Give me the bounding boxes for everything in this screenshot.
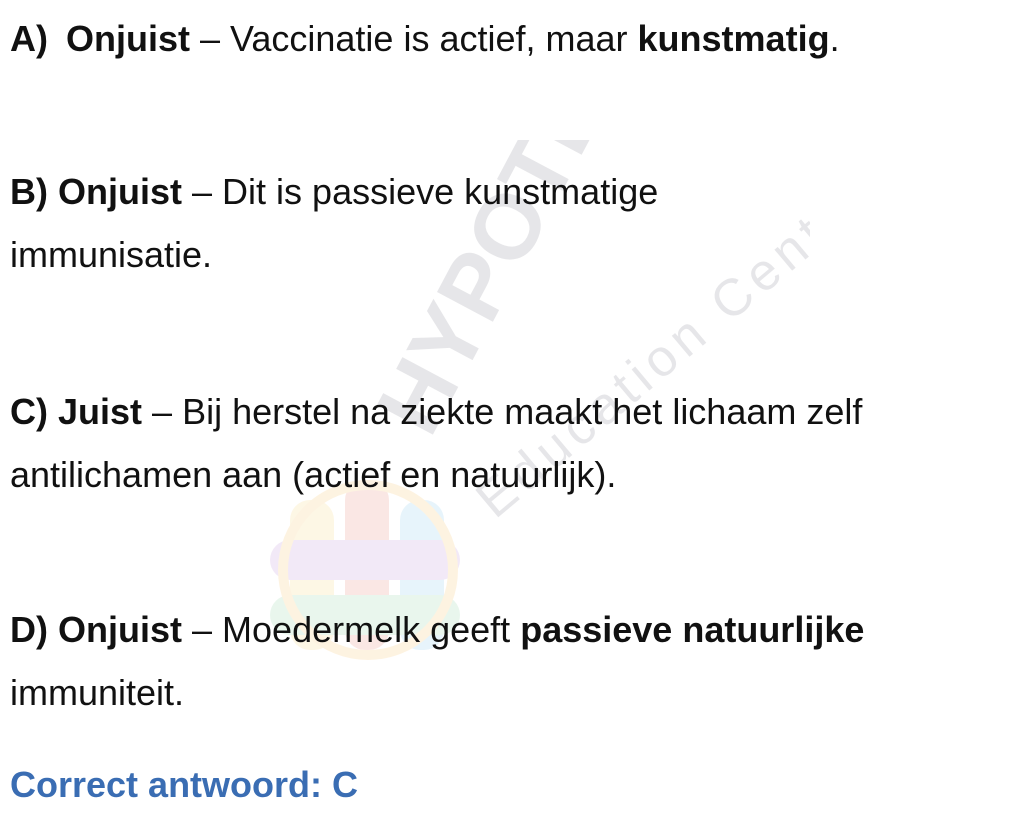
option-a: A) Onjuist – Vaccinatie is actief, maar k… (10, 17, 840, 61)
option-c-dash: – (142, 391, 183, 432)
option-c-letter: C) (10, 391, 48, 432)
option-d-letter: D) (10, 609, 48, 650)
option-b-text: Dit is passieve kunstmatige (222, 171, 659, 212)
option-d-verdict: Onjuist (58, 609, 183, 650)
option-d-text: Moedermelk geeft (222, 609, 521, 650)
option-d: D) Onjuist – Moedermelk geeft passieve n… (10, 608, 864, 652)
option-b-verdict: Onjuist (58, 171, 183, 212)
option-d-emphasis: passieve natuurlijke (520, 609, 865, 650)
option-c: C) Juist – Bij herstel na ziekte maakt h… (10, 390, 862, 434)
option-a-verdict: Onjuist (66, 18, 190, 59)
option-a-emphasis: kunstmatig (637, 18, 830, 59)
option-b-continuation: immunisatie. (10, 234, 213, 275)
option-a-period: . (829, 18, 840, 59)
option-a-text: Vaccinatie is actief, maar (230, 18, 638, 59)
option-b-letter: B) (10, 171, 48, 212)
option-d-continuation: immuniteit. (10, 672, 185, 713)
option-a-letter: A) (10, 18, 48, 59)
option-c-text: Bij herstel na ziekte maakt het lichaam … (182, 391, 863, 432)
correct-answer: Correct antwoord: C (10, 764, 359, 805)
option-b-dash: – (182, 171, 223, 212)
option-b: B) Onjuist – Dit is passieve kunstmatige (10, 170, 658, 214)
option-d-dash: – (182, 609, 223, 650)
option-c-verdict: Juist (58, 391, 143, 432)
option-a-dash: – (190, 18, 231, 59)
option-c-continuation: antilichamen aan (actief en natuurlijk). (10, 454, 617, 495)
